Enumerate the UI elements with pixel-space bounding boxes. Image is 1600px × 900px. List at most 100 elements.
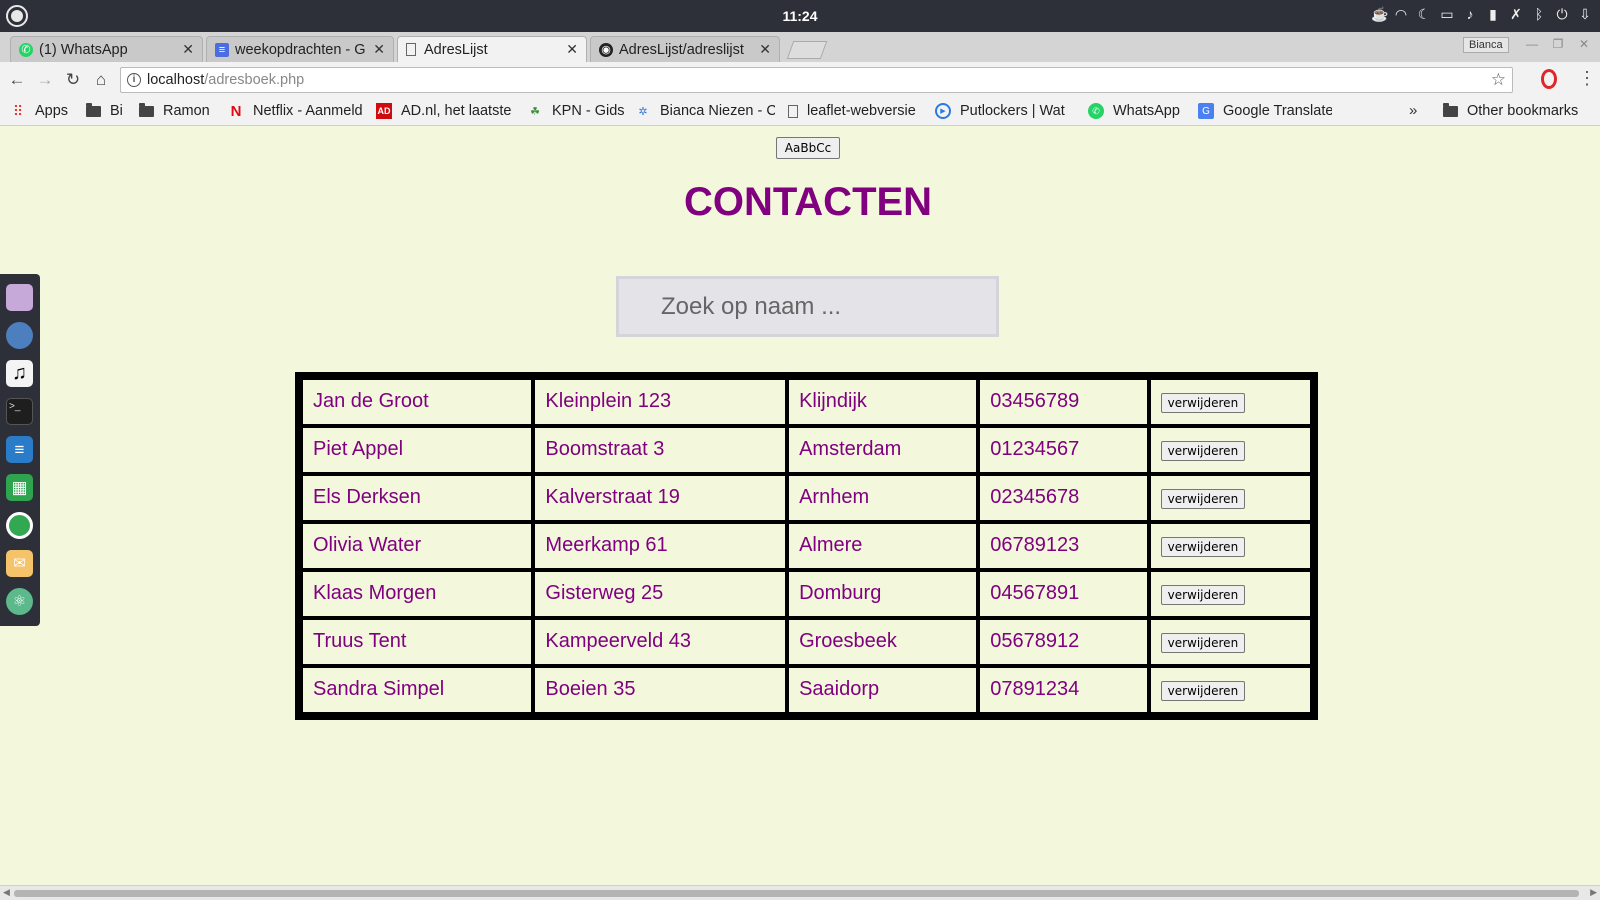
other-bookmarks[interactable]: Other bookmarks (1442, 103, 1578, 119)
wifi-icon[interactable]: ◠ (1394, 6, 1408, 23)
bookmark-folder-ramon[interactable]: Ramon (138, 103, 210, 119)
tab-weekopdrachten[interactable]: ≡ weekopdrachten - G ✕ (206, 36, 394, 62)
arrow-down-icon[interactable]: ⇩ (1578, 6, 1592, 23)
forward-icon[interactable]: → (34, 69, 56, 91)
music-app-icon[interactable]: ♫ (6, 360, 33, 387)
apps-grid-icon: ⠿ (12, 103, 24, 119)
chrome-app-icon[interactable] (6, 512, 33, 539)
close-tab-icon[interactable]: ✕ (759, 41, 771, 58)
contact-actions: verwijderen (1150, 572, 1310, 616)
contact-name: Els Derksen (303, 476, 532, 520)
table-row: Olivia Water Meerkamp 61 Almere 06789123… (303, 524, 1310, 568)
delete-button[interactable]: verwijderen (1160, 633, 1246, 653)
home-icon[interactable]: ⌂ (90, 69, 112, 91)
bookmark-ad[interactable]: AD AD.nl, het laatste (376, 103, 512, 119)
bookmarks-overflow-chevron[interactable]: » (1409, 102, 1417, 119)
contact-city: Arnhem (789, 476, 977, 520)
close-tab-icon[interactable]: ✕ (373, 41, 385, 58)
browser-menu-icon[interactable]: ⋮ (1578, 68, 1596, 89)
profile-button[interactable]: Bianca (1463, 37, 1509, 53)
files-app-icon[interactable] (6, 284, 33, 311)
close-window-icon[interactable]: ✕ (1574, 37, 1594, 51)
contact-actions: verwijderen (1150, 620, 1310, 664)
bookmark-folder-bi[interactable]: Bi (85, 103, 123, 119)
table-row: Klaas Morgen Gisterweg 25 Domburg 045678… (303, 572, 1310, 616)
system-clock[interactable]: 11:24 (760, 8, 840, 24)
bell-icon[interactable]: ♪ (1463, 6, 1477, 23)
terminal-icon[interactable]: >_ (6, 398, 33, 425)
bookmark-label: leaflet-webversie (807, 103, 916, 119)
contact-phone: 05678912 (980, 620, 1147, 664)
delete-button[interactable]: verwijderen (1160, 489, 1246, 509)
bookmark-label: Apps (35, 103, 69, 119)
bookmark-label: Ramon (163, 103, 210, 119)
contact-city: Domburg (789, 572, 977, 616)
bookmark-leaflet[interactable]: leaflet-webversie (788, 103, 926, 119)
folder-icon[interactable]: ▭ (1440, 6, 1454, 23)
horizontal-scrollbar[interactable]: ◀ ▶ (0, 885, 1600, 900)
battery-icon[interactable]: ▮ (1486, 6, 1500, 23)
bookmark-label: Bi (110, 103, 123, 119)
font-toggle-button[interactable]: AaBbCc (776, 137, 840, 159)
maximize-icon[interactable]: ❐ (1548, 37, 1568, 51)
moon-icon[interactable]: ☾ (1417, 6, 1431, 23)
contact-actions: verwijderen (1150, 524, 1310, 568)
opera-extension-icon[interactable] (1541, 69, 1557, 89)
bookmark-netflix[interactable]: N Netflix - Aanmelden (228, 103, 362, 119)
contact-address: Meerkamp 61 (535, 524, 786, 568)
delete-button[interactable]: verwijderen (1160, 441, 1246, 461)
contact-address: Kalverstraat 19 (535, 476, 786, 520)
bluetooth-icon[interactable]: ᛒ (1532, 6, 1546, 23)
bookmark-google-translate[interactable]: G Google Translate (1198, 103, 1332, 119)
atom-app-icon[interactable]: ⚛ (6, 588, 33, 615)
tab-whatsapp[interactable]: ✆ (1) WhatsApp ✕ (10, 36, 203, 62)
netflix-icon: N (230, 103, 242, 119)
contact-actions: verwijderen (1150, 380, 1310, 424)
site-info-icon[interactable]: i (127, 73, 141, 87)
page-title: CONTACTEN (683, 180, 933, 224)
reload-icon[interactable]: ↻ (62, 69, 84, 91)
bookmark-label: AD.nl, het laatste (401, 103, 512, 119)
ad-icon: AD (376, 103, 392, 119)
back-icon[interactable]: ← (6, 69, 28, 91)
delete-button[interactable]: verwijderen (1160, 585, 1246, 605)
new-tab-button[interactable] (786, 41, 828, 59)
mail-app-icon[interactable]: ✉ (6, 550, 33, 577)
close-tab-icon[interactable]: ✕ (566, 41, 578, 58)
delete-button[interactable]: verwijderen (1160, 681, 1246, 701)
contact-city: Saaidorp (789, 668, 977, 712)
software-center-icon[interactable] (6, 322, 33, 349)
search-input[interactable] (616, 276, 999, 337)
contact-name: Truus Tent (303, 620, 532, 664)
bookmark-label: Google Translate (1223, 103, 1332, 119)
cup-icon[interactable]: ☕ (1371, 6, 1388, 23)
folder-icon (85, 103, 101, 119)
tab-github-adreslijst[interactable]: ◉ AdresLijst/adreslijst ✕ (590, 36, 780, 62)
power-icon[interactable]: ⏻ (1555, 6, 1569, 23)
bookmark-apps[interactable]: ⠿ Apps (10, 103, 68, 119)
contact-city: Klijndijk (789, 380, 977, 424)
writer-app-icon[interactable]: ≡ (6, 436, 33, 463)
delete-button[interactable]: verwijderen (1160, 537, 1246, 557)
address-bar[interactable]: i localhost/adresboek.php ☆ (120, 67, 1513, 93)
close-tab-icon[interactable]: ✕ (182, 41, 194, 58)
bookmark-kpn[interactable]: ☘ KPN - Gids (527, 103, 624, 119)
ubuntu-logo-icon[interactable] (6, 5, 28, 27)
scroll-left-icon[interactable]: ◀ (3, 887, 10, 898)
minimize-icon[interactable]: — (1522, 37, 1542, 51)
bookmark-bianca-niezen[interactable]: ✲ Bianca Niezen - C (635, 103, 775, 119)
tab-adreslijst[interactable]: AdresLijst ✕ (397, 36, 587, 62)
tab-title: weekopdrachten - G (235, 41, 366, 58)
bookmark-star-icon[interactable]: ☆ (1491, 68, 1506, 92)
no-mic-icon[interactable]: ✗ (1509, 6, 1523, 23)
bookmark-putlockers[interactable]: ▶ Putlockers | Wat (935, 103, 1075, 119)
scrollbar-thumb[interactable] (14, 890, 1579, 897)
calc-app-icon[interactable]: ▦ (6, 474, 33, 501)
translate-icon: G (1198, 103, 1214, 119)
play-icon: ▶ (935, 103, 951, 119)
bookmark-whatsapp[interactable]: ✆ WhatsApp (1088, 103, 1180, 119)
scroll-right-icon[interactable]: ▶ (1590, 887, 1597, 898)
delete-button[interactable]: verwijderen (1160, 393, 1246, 413)
tab-strip: ✆ (1) WhatsApp ✕ ≡ weekopdrachten - G ✕ … (0, 32, 1600, 62)
whatsapp-icon: ✆ (19, 42, 33, 57)
